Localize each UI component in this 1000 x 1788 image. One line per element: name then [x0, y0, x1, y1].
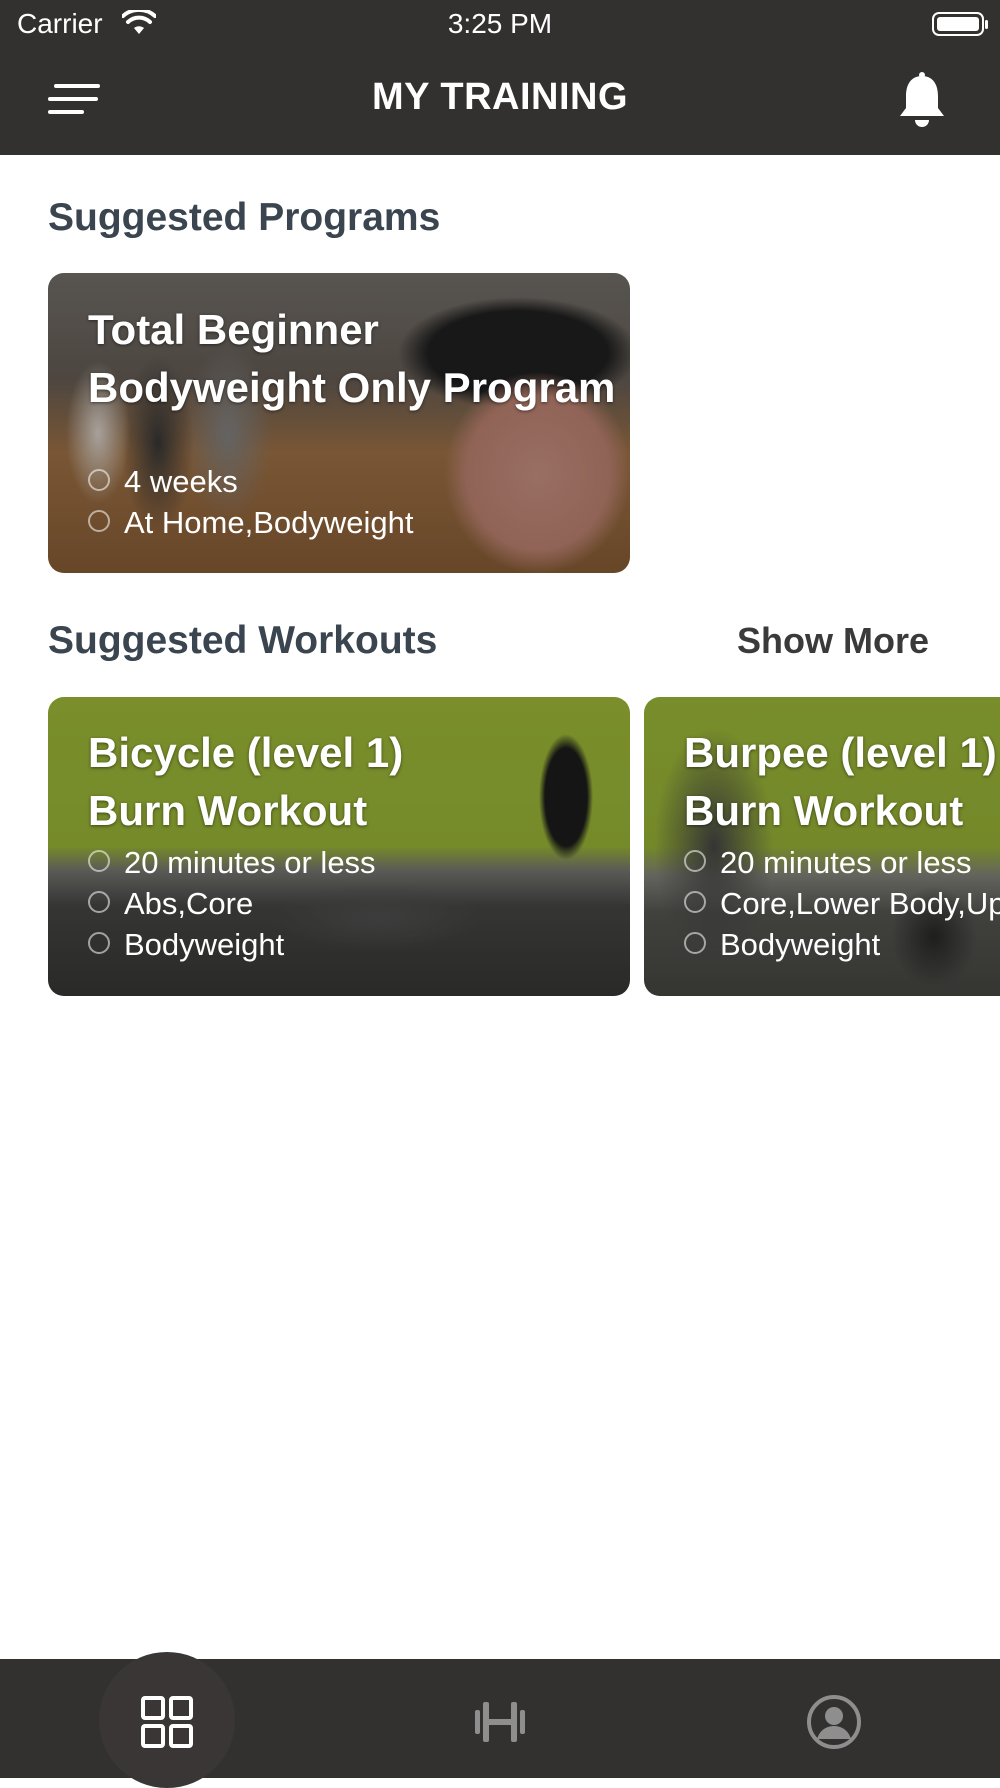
tab-dashboard[interactable]	[141, 1696, 193, 1753]
program-card[interactable]: Total Beginner Bodyweight Only Program 4…	[48, 273, 630, 573]
tab-workouts[interactable]	[474, 1696, 526, 1753]
workout-title: Bicycle (level 1) Burn Workout	[88, 729, 404, 834]
workout-meta: 20 minutes or less Abs,Core Bodyweight	[88, 842, 376, 965]
dumbbell-icon	[475, 1702, 525, 1742]
page-title: MY TRAINING	[371, 76, 629, 118]
workout-card[interactable]: Bicycle (level 1) Burn Workout 20 minute…	[48, 697, 630, 996]
stopwatch-icon	[684, 850, 706, 872]
top-navigation-bar: Carrier 3:25 PM MY TRAINING	[0, 0, 1000, 155]
suggested-workouts-title: Suggested Workouts	[48, 619, 438, 662]
show-more-link[interactable]: Show More	[737, 620, 929, 662]
bell-icon[interactable]	[896, 70, 948, 130]
program-title: Total Beginner Bodyweight Only Program	[88, 306, 616, 411]
equipment-icon	[88, 932, 110, 954]
status-bar: Carrier 3:25 PM	[0, 0, 1000, 52]
tab-profile[interactable]	[806, 1694, 862, 1755]
workout-card[interactable]: Burpee (level 1) Burn Workout 20 minutes…	[644, 697, 1000, 996]
location-icon	[88, 510, 110, 532]
workout-title: Burpee (level 1) Burn Workout	[684, 729, 997, 834]
body-icon	[88, 891, 110, 913]
stopwatch-icon	[88, 850, 110, 872]
dashboard-grid-icon	[141, 1696, 193, 1748]
body-icon	[684, 891, 706, 913]
equipment-icon	[684, 932, 706, 954]
workout-meta: 20 minutes or less Core,Lower Body,Upper…	[684, 842, 1000, 965]
suggested-programs-title: Suggested Programs	[48, 196, 441, 239]
status-time: 3:25 PM	[447, 8, 553, 39]
stopwatch-icon	[88, 469, 110, 491]
battery-icon	[932, 12, 988, 36]
program-meta: 4 weeks At Home,Bodyweight	[88, 461, 413, 543]
profile-icon	[807, 1695, 861, 1749]
